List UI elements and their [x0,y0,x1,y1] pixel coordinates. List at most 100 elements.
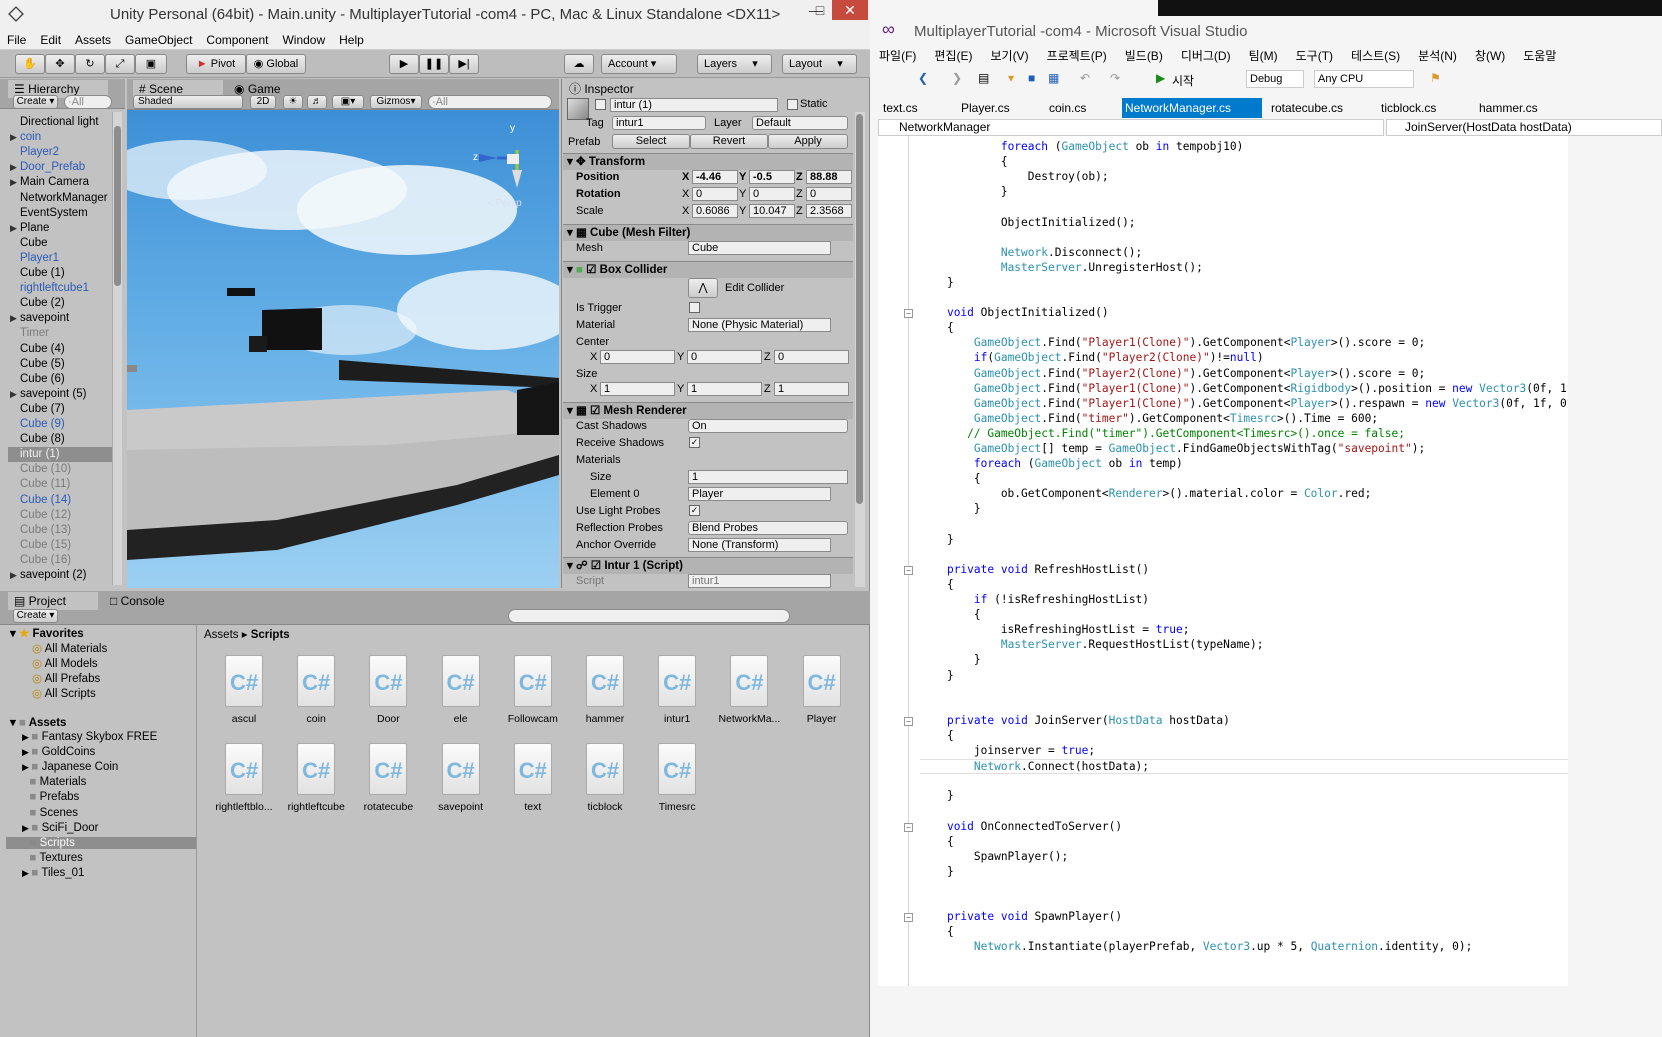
audio-toggle-icon[interactable]: ♬ [307,95,327,109]
inspector-scroll-thumb[interactable] [856,114,863,504]
close-button[interactable]: ✕ [832,0,868,20]
script-file[interactable]: C# ticblock [569,743,641,813]
step-button[interactable]: ▶| [449,54,479,74]
vs-menu-item[interactable]: 디버그(D) [1172,46,1240,66]
pivot-toggle[interactable]: ► Pivot [186,54,246,74]
asset-folder-item[interactable]: ▶ ■ SciFi_Door [22,822,98,834]
transform-header[interactable]: ▾ ✥ Transform [563,153,853,170]
unity-menu-window[interactable]: Window [275,30,332,50]
expand-arrow-icon[interactable]: ▶ [22,732,31,742]
undo-icon[interactable]: ↶ [1080,71,1090,85]
hierarchy-search-input[interactable]: ·All [64,95,112,109]
layer-dropdown[interactable]: Default [752,116,848,130]
prefab-revert-button[interactable]: Revert [690,134,768,149]
new-project-icon[interactable]: ▤ [978,71,989,85]
script-file[interactable]: C# coin [280,655,352,725]
vs-menu-item[interactable]: 편집(E) [925,46,981,66]
expand-arrow-icon[interactable]: ▶ [10,162,17,173]
hierarchy-scroll-thumb[interactable] [114,126,121,286]
size-z-input[interactable]: 1 [774,382,849,396]
global-toggle[interactable]: ◉ Global [246,54,306,74]
config-dropdown[interactable]: Debug [1246,70,1304,88]
hierarchy-item[interactable]: Cube (4) [20,342,65,357]
unity-menu-assets[interactable]: Assets [68,30,118,50]
hierarchy-item[interactable]: savepoint (5) [20,387,86,402]
vs-tab[interactable]: NetworkManager.cs [1122,98,1262,118]
class-dropdown[interactable]: NetworkManager [878,119,1384,136]
layers-dropdown[interactable]: Layers ▾ [697,54,772,74]
meshfilter-header[interactable]: ▾ ▦ Cube (Mesh Filter) [563,224,853,241]
script-file[interactable]: C# text [497,743,569,813]
vs-menu-item[interactable]: 분석(N) [1409,46,1466,66]
collapse-icon[interactable]: − [904,309,913,319]
mesh-field[interactable]: Cube [688,241,831,255]
script-file[interactable]: C# rightleftcube [280,743,352,813]
back-icon[interactable]: ❮ [918,71,928,85]
hierarchy-item[interactable]: Directional light [20,115,99,130]
2d-toggle[interactable]: 2D [250,95,276,109]
script-file[interactable]: C# rightleftblo... [208,743,280,813]
hierarchy-item[interactable]: Door_Prefab [20,160,85,175]
position-x-input[interactable]: -4.46 [692,170,738,184]
static-checkbox[interactable] [787,99,798,110]
hierarchy-item[interactable]: Cube (1) [20,266,65,281]
vs-menu-item[interactable]: 보기(V) [981,46,1037,66]
hierarchy-item[interactable]: Cube (16) [20,553,71,568]
expand-arrow-icon[interactable]: ▶ [10,389,17,400]
script-header[interactable]: ▾ ☍ ☑ Intur 1 (Script) [563,557,853,574]
hierarchy-item[interactable]: Player1 [20,251,59,266]
is-trigger-checkbox[interactable] [689,302,700,313]
script-file[interactable]: C# Followcam [497,655,569,725]
collapse-icon[interactable]: − [904,565,913,575]
find-icon[interactable]: ⚑ [1430,71,1441,85]
script-file[interactable]: C# intur1 [641,655,713,725]
vs-menu-item[interactable]: 창(W) [1466,46,1514,66]
asset-folder-item[interactable]: ■ Textures [22,852,83,864]
collapse-icon[interactable]: − [904,913,913,923]
asset-folder-item[interactable]: ▶ ■ GoldCoins [22,746,95,758]
script-file[interactable]: C# Player [786,655,858,725]
expand-arrow-icon[interactable] [22,777,30,787]
element0-field[interactable]: Player [688,487,831,501]
unity-menu-edit[interactable]: Edit [33,30,68,50]
materials-size-input[interactable]: 1 [688,470,848,484]
vs-menu-item[interactable]: 빌드(B) [1116,46,1172,66]
active-checkbox[interactable] [595,99,606,110]
vs-menu-item[interactable]: 팀(M) [1240,46,1287,66]
physic-material-field[interactable]: None (Physic Material) [688,318,831,332]
project-create-button[interactable]: Create ▾ [13,609,58,623]
asset-folder-item[interactable]: ▶ ■ Japanese Coin [22,761,118,773]
hierarchy-item[interactable]: Cube (9) [20,417,65,432]
size-x-input[interactable]: 1 [600,382,675,396]
hierarchy-item[interactable]: Cube [20,236,48,251]
rotation-x-input[interactable]: 0 [692,187,738,201]
position-z-input[interactable]: 88.88 [806,170,852,184]
redo-icon[interactable]: ↷ [1110,71,1120,85]
object-name-input[interactable]: intur (1) [610,98,778,112]
expand-arrow-icon[interactable]: ▶ [10,223,17,234]
hierarchy-item[interactable]: coin [20,130,41,145]
expand-arrow-icon[interactable]: ▶ [10,177,17,188]
unity-menu-gameobject[interactable]: GameObject [118,30,199,50]
tag-dropdown[interactable]: intur1 [612,116,706,130]
scale-y-input[interactable]: 10.047 [749,204,795,218]
scene-view[interactable]: y z < Persp [127,110,559,588]
hierarchy-item[interactable]: Cube (2) [20,296,65,311]
hierarchy-create-button[interactable]: Create ▾ [13,95,58,109]
rotate-tool-icon[interactable]: ↻ [75,54,105,74]
expand-arrow-icon[interactable] [22,853,30,863]
receive-shadows-checkbox[interactable]: ✓ [689,437,700,448]
expand-arrow-icon[interactable]: ▶ [22,762,31,772]
vs-tab[interactable]: coin.cs [1046,98,1116,118]
hierarchy-scrollbar[interactable] [112,112,122,585]
hierarchy-item[interactable]: Cube (14) [20,493,71,508]
expand-arrow-icon[interactable]: ▶ [22,747,31,757]
hierarchy-item[interactable]: Cube (10) [20,462,71,477]
vs-tab[interactable]: ticblock.cs [1378,98,1468,118]
expand-arrow-icon[interactable] [22,792,30,802]
hierarchy-item[interactable]: Cube (13) [20,523,71,538]
breadcrumb-scripts[interactable]: Scripts [251,629,290,641]
vs-menu-item[interactable]: 도움말 [1514,46,1565,66]
tab-project[interactable]: ▤ Project [8,592,98,610]
hand-tool-icon[interactable]: ✋ [15,54,45,74]
